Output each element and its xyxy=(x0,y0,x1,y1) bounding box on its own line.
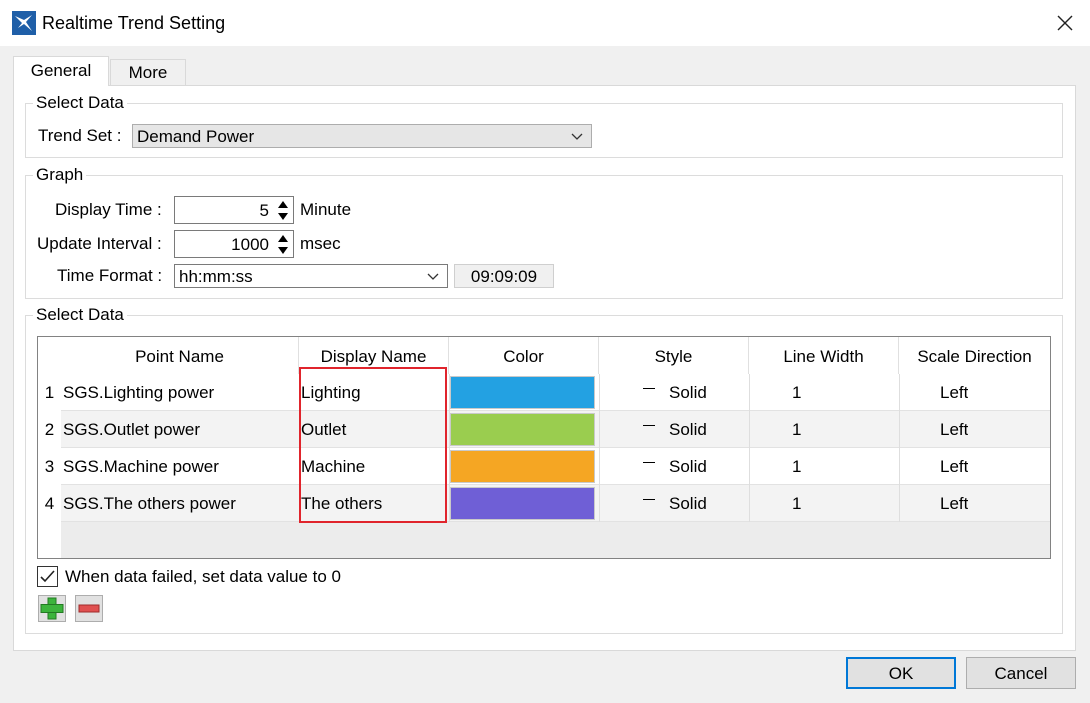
add-row-button[interactable] xyxy=(38,595,66,622)
remove-row-button[interactable] xyxy=(75,595,103,622)
display-time-value: 5 xyxy=(259,201,269,220)
chevron-down-icon xyxy=(571,133,583,140)
checkmark-icon xyxy=(40,570,55,583)
minus-icon xyxy=(78,604,100,613)
line-style-icon xyxy=(643,499,655,500)
color-swatch[interactable] xyxy=(450,376,595,409)
time-format-label: Time Format : xyxy=(57,266,163,285)
table-row[interactable]: SGS.Machine power Machine Solid 1 Left xyxy=(61,448,1050,485)
time-preview: 09:09:09 xyxy=(454,264,554,288)
display-name-cell[interactable]: Machine xyxy=(299,457,447,477)
empty-row-header xyxy=(38,522,61,558)
line-style-icon xyxy=(643,388,655,389)
row-number: 1 xyxy=(38,374,61,411)
cancel-button[interactable]: Cancel xyxy=(966,657,1076,689)
title-bar: Realtime Trend Setting xyxy=(0,0,1090,46)
update-interval-value: 1000 xyxy=(231,235,269,254)
style-cell[interactable]: Solid xyxy=(667,494,707,514)
point-name-cell[interactable]: SGS.Lighting power xyxy=(61,383,297,403)
column-divider xyxy=(449,374,450,522)
row-number: 2 xyxy=(38,411,61,448)
window-title: Realtime Trend Setting xyxy=(42,13,226,33)
line-style-icon xyxy=(643,462,655,463)
display-time-unit: Minute xyxy=(300,200,352,219)
time-format-value: hh:mm:ss xyxy=(179,267,253,286)
data-points-group-label: Select Data xyxy=(33,305,127,325)
spin-up-icon[interactable] xyxy=(274,232,292,244)
scale-direction-cell[interactable]: Left xyxy=(938,420,968,440)
col-header-display-name[interactable]: Display Name xyxy=(299,337,449,374)
color-swatch[interactable] xyxy=(450,487,595,520)
trend-set-value: Demand Power xyxy=(137,127,255,146)
point-name-cell[interactable]: SGS.The others power xyxy=(61,494,297,514)
display-name-cell[interactable]: Lighting xyxy=(299,383,447,403)
update-interval-unit: msec xyxy=(300,234,341,253)
col-header-line-width[interactable]: Line Width xyxy=(749,337,899,374)
style-cell[interactable]: Solid xyxy=(667,383,707,403)
point-name-cell[interactable]: SGS.Outlet power xyxy=(61,420,297,440)
column-divider xyxy=(299,374,300,522)
data-points-table: Point Name Display Name Color Style Line… xyxy=(37,336,1051,559)
spin-down-icon[interactable] xyxy=(274,210,292,222)
color-swatch[interactable] xyxy=(450,413,595,446)
update-interval-stepper[interactable]: 1000 xyxy=(174,230,294,258)
display-time-stepper[interactable]: 5 xyxy=(174,196,294,224)
scale-direction-cell[interactable]: Left xyxy=(938,383,968,403)
corner-header xyxy=(38,337,61,374)
table-row[interactable]: SGS.Outlet power Outlet Solid 1 Left xyxy=(61,411,1050,448)
row-number: 3 xyxy=(38,448,61,485)
table-row[interactable]: SGS.The others power The others Solid 1 … xyxy=(61,485,1050,522)
table-row[interactable]: SGS.Lighting power Lighting Solid 1 Left xyxy=(61,374,1050,411)
display-time-label: Display Time : xyxy=(55,200,162,219)
style-cell[interactable]: Solid xyxy=(667,420,707,440)
line-width-cell[interactable]: 1 xyxy=(790,494,801,514)
spin-down-icon[interactable] xyxy=(274,244,292,256)
col-header-scale-direction[interactable]: Scale Direction xyxy=(899,337,1050,374)
column-divider xyxy=(899,374,900,522)
chevron-down-icon xyxy=(427,273,439,280)
close-icon[interactable] xyxy=(1048,6,1082,40)
app-logo-icon xyxy=(12,11,36,35)
ok-button[interactable]: OK xyxy=(846,657,956,689)
col-header-color[interactable]: Color xyxy=(449,337,599,374)
plus-icon xyxy=(40,597,64,620)
fail-zero-checkbox[interactable] xyxy=(37,566,58,587)
display-name-cell[interactable]: Outlet xyxy=(299,420,447,440)
graph-group-label: Graph xyxy=(33,165,87,185)
tab-general[interactable]: General xyxy=(13,56,109,86)
column-divider xyxy=(599,374,600,522)
time-format-dropdown[interactable]: hh:mm:ss xyxy=(174,264,448,288)
line-width-cell[interactable]: 1 xyxy=(790,383,801,403)
line-style-icon xyxy=(643,425,655,426)
update-interval-label: Update Interval : xyxy=(37,234,162,253)
trend-set-dropdown[interactable]: Demand Power xyxy=(132,124,592,148)
trend-set-label: Trend Set : xyxy=(38,126,122,145)
display-name-cell[interactable]: The others xyxy=(299,494,447,514)
spin-up-icon[interactable] xyxy=(274,198,292,210)
line-width-cell[interactable]: 1 xyxy=(790,457,801,477)
scale-direction-cell[interactable]: Left xyxy=(938,457,968,477)
style-cell[interactable]: Solid xyxy=(667,457,707,477)
color-swatch[interactable] xyxy=(450,450,595,483)
tab-more[interactable]: More xyxy=(110,59,186,85)
col-header-style[interactable]: Style xyxy=(599,337,749,374)
line-width-cell[interactable]: 1 xyxy=(790,420,801,440)
scale-direction-cell[interactable]: Left xyxy=(938,494,968,514)
select-data-group-label: Select Data xyxy=(33,93,127,113)
fail-zero-label: When data failed, set data value to 0 xyxy=(65,567,341,586)
column-divider xyxy=(749,374,750,522)
col-header-point-name[interactable]: Point Name xyxy=(61,337,299,374)
point-name-cell[interactable]: SGS.Machine power xyxy=(61,457,297,477)
row-number: 4 xyxy=(38,485,61,522)
